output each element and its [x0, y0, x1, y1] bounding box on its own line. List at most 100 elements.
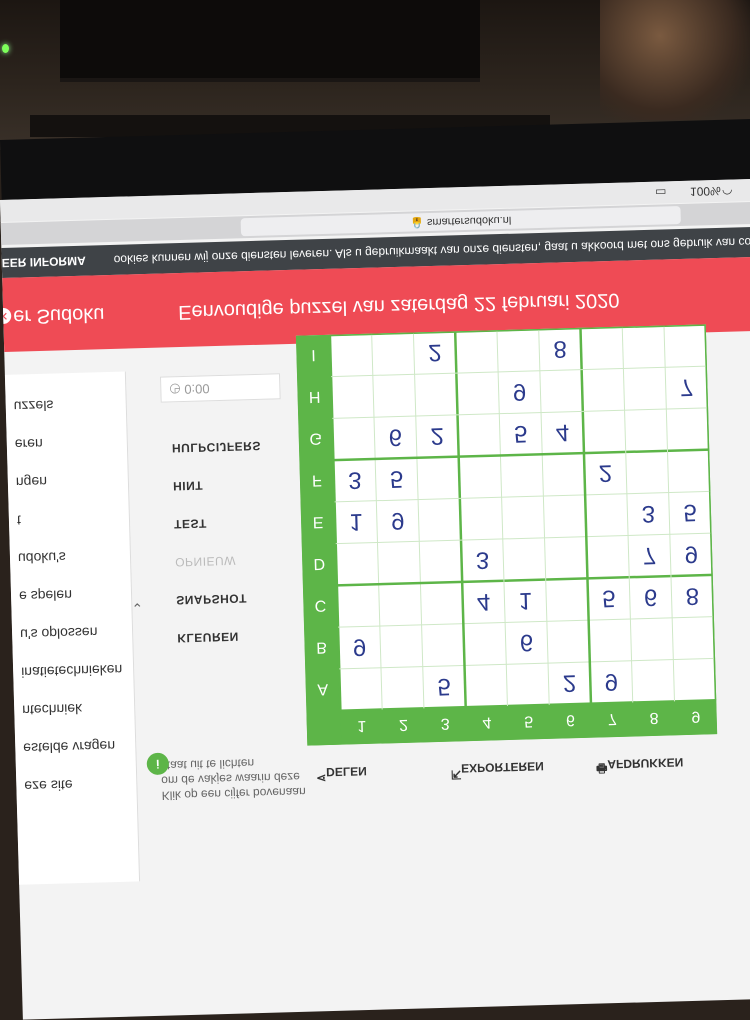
share-button[interactable]: ⋖ DELEN [316, 764, 367, 785]
sudoku-cell[interactable] [464, 624, 505, 665]
sudoku-cell[interactable] [543, 454, 584, 495]
sudoku-cell[interactable] [332, 376, 373, 417]
sudoku-cell[interactable] [503, 497, 544, 538]
battery-label: 100% [689, 183, 721, 199]
url-text: smartersudoku.nl [426, 213, 512, 229]
sidebar-item[interactable]: ngen [16, 474, 48, 491]
column-label[interactable]: 1 [357, 717, 366, 734]
sidebar-item[interactable]: inatietechnieken [21, 662, 123, 681]
sidebar-item[interactable]: udoku's [18, 549, 66, 566]
column-label[interactable]: 7 [608, 710, 617, 727]
tool-button-hulpcijfers[interactable]: HULPCIJFERS [172, 439, 261, 455]
sudoku-cell[interactable] [416, 374, 457, 415]
sudoku-cell[interactable] [382, 668, 423, 709]
print-button[interactable]: 🖶 AFDRUKKEN [596, 755, 684, 777]
sudoku-cell[interactable] [584, 411, 625, 452]
sudoku-cell[interactable] [457, 373, 498, 414]
given-digit: 9 [684, 540, 698, 567]
sidebar-item[interactable]: u's oplossen [20, 624, 98, 642]
sudoku-cell[interactable] [548, 621, 589, 662]
sudoku-cell[interactable] [665, 325, 706, 366]
row-label: B [316, 638, 327, 655]
row-label: D [313, 555, 325, 572]
given-digit: 3 [475, 546, 489, 573]
tool-button-snapshot[interactable]: SNAPSHOT [176, 591, 247, 607]
sudoku-cell[interactable] [373, 334, 414, 375]
column-label[interactable]: 8 [649, 709, 658, 726]
sudoku-cell[interactable] [667, 409, 708, 450]
sudoku-cell[interactable] [541, 371, 582, 412]
column-label[interactable]: 6 [566, 711, 575, 728]
given-digit: 5 [683, 499, 697, 526]
sudoku-cell[interactable] [587, 537, 628, 578]
sudoku-cell[interactable] [507, 664, 548, 705]
sudoku-cell[interactable] [674, 659, 715, 700]
sudoku-cell[interactable] [380, 584, 421, 625]
tool-button-opnieuw[interactable]: OPNIEUW [175, 554, 236, 570]
sudoku-cell[interactable] [421, 583, 462, 624]
sidebar-item[interactable]: ntechniek [22, 701, 82, 719]
sudoku-cell[interactable] [456, 331, 497, 372]
sudoku-cell[interactable] [669, 451, 710, 492]
sudoku-cell[interactable] [544, 496, 585, 537]
sudoku-cell[interactable] [460, 456, 501, 497]
tool-button-test[interactable]: TEST [174, 516, 207, 531]
column-label[interactable]: 2 [399, 716, 408, 733]
column-label[interactable]: 5 [524, 712, 533, 729]
sudoku-cell[interactable] [626, 410, 667, 451]
sudoku-cell[interactable] [581, 328, 622, 369]
given-digit: 5 [437, 673, 451, 700]
sudoku-cell[interactable] [461, 498, 502, 539]
close-icon[interactable]: ✕ [0, 307, 12, 325]
sudoku-cell[interactable] [340, 669, 381, 710]
sudoku-cell[interactable] [331, 335, 372, 376]
sudoku-cell[interactable] [337, 544, 378, 585]
sudoku-cell[interactable] [590, 620, 631, 661]
sudoku-cell[interactable] [583, 369, 624, 410]
tools-panel: ◷ 0:00 HULPCIJFERS HINT TEST OPNIEUW SNAPSHO… [130, 367, 306, 881]
column-label[interactable]: 4 [482, 713, 491, 730]
sidebar-item[interactable]: eren [15, 436, 43, 453]
tool-button-kleuren[interactable]: KLEUREN [177, 630, 239, 646]
sudoku-cell[interactable] [546, 538, 587, 579]
sudoku-cell[interactable] [420, 541, 461, 582]
sidebar-item[interactable]: e spelen [19, 587, 72, 604]
sudoku-cell[interactable] [338, 585, 379, 626]
export-button[interactable]: ⇱ EXPORTEREN [451, 759, 544, 782]
sudoku-cell[interactable] [623, 327, 664, 368]
sudoku-cell[interactable] [501, 455, 542, 496]
sidebar-item[interactable]: t [17, 513, 21, 529]
sudoku-cell[interactable] [624, 368, 665, 409]
sidebar-item[interactable]: eze site [24, 777, 73, 794]
column-label[interactable]: 3 [441, 715, 450, 732]
sudoku-cell[interactable] [418, 458, 459, 499]
row-label: F [312, 471, 322, 488]
sidebar: uzzels eren ngen t udoku's e spelen u's oploss… [4, 371, 141, 885]
sudoku-cell[interactable] [633, 661, 674, 702]
sudoku-cell[interactable] [374, 375, 415, 416]
sudoku-cell[interactable] [423, 625, 464, 666]
sudoku-cell[interactable] [631, 619, 672, 660]
cookie-more-link[interactable]: MEER INFORMA [0, 246, 86, 279]
sudoku-cell[interactable] [419, 499, 460, 540]
sudoku-cell[interactable] [586, 495, 627, 536]
sudoku-cell[interactable] [459, 415, 500, 456]
row-label: G [309, 430, 322, 447]
sudoku-cell[interactable] [466, 665, 507, 706]
sudoku-cell[interactable] [504, 539, 545, 580]
tool-button-hint[interactable]: HINT [173, 478, 203, 493]
sidebar-item[interactable]: estelde vragen [23, 738, 115, 757]
column-label[interactable]: 9 [691, 708, 700, 725]
sudoku-cell[interactable] [547, 579, 588, 620]
row-label: H [309, 388, 321, 405]
sudoku-cell[interactable] [673, 618, 714, 659]
sudoku-grid: 1 2 3 4 5 6 7 8 9ABCDEFGHI5 2 99 64 1 5 6 83 7 91 9 3 53 5 26 2… [295, 324, 718, 746]
site-logo[interactable]: er Sudoku [13, 302, 105, 328]
sudoku-cell[interactable] [381, 626, 422, 667]
sudoku-cell[interactable] [498, 330, 539, 371]
sudoku-cell[interactable] [333, 418, 374, 459]
given-digit: 8 [553, 335, 567, 362]
sudoku-cell[interactable] [627, 452, 668, 493]
sudoku-cell[interactable] [379, 542, 420, 583]
sidebar-item[interactable]: uzzels [14, 398, 54, 415]
